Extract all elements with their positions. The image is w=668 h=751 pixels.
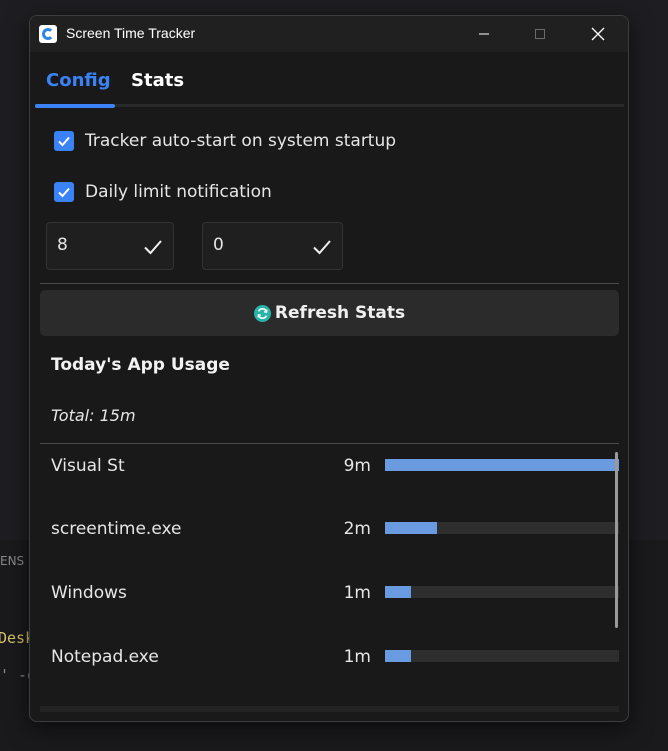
app-time: 9m [343, 456, 371, 476]
usage-bar [385, 459, 619, 471]
app-name: Visual St [51, 456, 125, 476]
app-time: 2m [343, 519, 371, 539]
limit-minutes-input[interactable]: 0 [202, 222, 343, 270]
refresh-stats-label: Refresh Stats [274, 303, 406, 323]
tab-bar: Config Stats [30, 52, 628, 108]
app-name: Notepad.exe [51, 647, 159, 667]
list-item: screentime.exe 2m [40, 513, 619, 553]
usage-bar-fill [385, 586, 411, 598]
limit-hours-input[interactable]: 8 [46, 222, 174, 270]
window-title: Screen Time Tracker [66, 25, 196, 41]
usage-bar [385, 586, 619, 598]
app-name: Windows [51, 583, 127, 603]
list-bottom-edge [40, 706, 619, 712]
usage-section-title: Today's App Usage [51, 355, 230, 375]
limit-minutes-value[interactable]: 0 [213, 235, 224, 255]
maximize-button[interactable] [512, 16, 568, 52]
app-name: screentime.exe [51, 519, 182, 539]
divider [40, 283, 619, 284]
tab-stats[interactable]: Stats [131, 70, 184, 91]
app-time: 1m [343, 583, 371, 603]
close-icon [591, 27, 605, 41]
app-time: 1m [343, 647, 371, 667]
refresh-icon [253, 304, 271, 322]
title-bar[interactable]: Screen Time Tracker [30, 16, 628, 52]
checkmark-icon[interactable] [311, 236, 333, 258]
check-icon [58, 187, 70, 198]
autostart-option[interactable]: Tracker auto-start on system startup [54, 131, 396, 151]
daily-limit-option[interactable]: Daily limit notification [54, 182, 272, 202]
background-text-ens: ENS [0, 554, 25, 568]
usage-bar-fill [385, 650, 411, 662]
refresh-stats-button[interactable]: Refresh Stats [40, 290, 619, 336]
daily-limit-label: Daily limit notification [85, 182, 272, 202]
app-logo-icon [39, 25, 57, 43]
app-window: Screen Time Tracker Config Stats Tracker… [29, 15, 629, 722]
maximize-icon [535, 29, 545, 39]
minimize-button[interactable] [456, 16, 512, 52]
daily-limit-checkbox[interactable] [54, 182, 74, 202]
list-item: Windows 1m [40, 577, 619, 617]
limit-hours-value[interactable]: 8 [57, 235, 68, 255]
list-item: Notepad.exe 1m [40, 641, 619, 681]
tab-divider [35, 104, 624, 107]
autostart-checkbox[interactable] [54, 131, 74, 151]
autostart-label: Tracker auto-start on system startup [85, 131, 397, 151]
tab-config[interactable]: Config [46, 70, 111, 91]
list-item: Visual St 9m [40, 450, 619, 490]
active-tab-indicator [35, 104, 115, 108]
minimize-icon [479, 33, 489, 35]
app-usage-list[interactable]: Visual St 9m screentime.exe 2m Windows 1… [40, 446, 619, 706]
close-button[interactable] [570, 16, 626, 52]
usage-list-scrollbar[interactable] [615, 452, 618, 628]
divider [40, 443, 619, 444]
checkmark-icon[interactable] [142, 236, 164, 258]
check-icon [58, 136, 70, 147]
usage-bar [385, 650, 619, 662]
usage-bar [385, 522, 619, 534]
usage-bar-fill [385, 459, 619, 471]
usage-total: Total: 15m [51, 406, 136, 425]
usage-bar-fill [385, 522, 437, 534]
